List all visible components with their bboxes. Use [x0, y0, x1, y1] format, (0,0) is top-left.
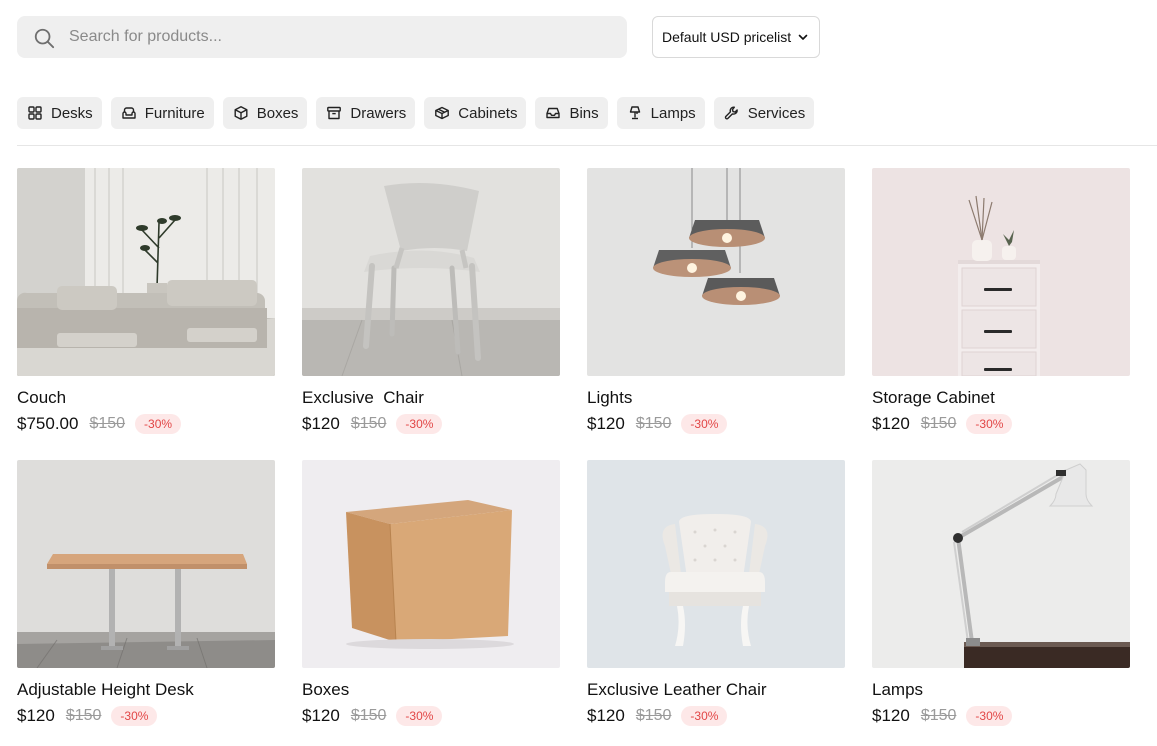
category-lamps[interactable]: Lamps	[616, 97, 705, 129]
pricelist-dropdown[interactable]: Default USD pricelist	[652, 16, 820, 58]
product-image-lights[interactable]	[587, 168, 845, 376]
product-price: $120	[302, 414, 340, 433]
category-services[interactable]: Services	[713, 97, 815, 129]
product-price: $120	[17, 706, 55, 725]
product-prices: $120 $150 -30%	[302, 704, 560, 728]
product-prices: $750.00 $150 -30%	[17, 412, 275, 436]
inbox-icon	[546, 107, 561, 119]
product-price: $750.00	[17, 414, 79, 433]
discount-badge: -30%	[681, 706, 728, 726]
product-prices: $120 $150 -30%	[587, 412, 845, 436]
product-prices: $120 $150 -30%	[17, 704, 275, 728]
product-prices: $120 $150 -30%	[302, 412, 560, 436]
product-price: $120	[872, 706, 910, 725]
category-label: Lamps	[650, 104, 696, 122]
product-name: Boxes	[302, 680, 350, 699]
chevron-down-icon	[798, 34, 808, 40]
product-image-boxes[interactable]	[302, 460, 560, 668]
discount-badge: -30%	[681, 414, 728, 434]
search-bar[interactable]	[17, 16, 627, 58]
product-price: $120	[872, 414, 910, 433]
category-furniture[interactable]: Furniture	[110, 97, 214, 129]
archive-icon	[327, 106, 342, 120]
product-prices: $120 $150 -30%	[872, 704, 1130, 728]
product-old-price: $150	[635, 707, 672, 724]
category-label: Furniture	[144, 104, 205, 122]
product-image-exclusive-leather-chair[interactable]	[587, 460, 845, 668]
product-old-price: $150	[65, 707, 102, 724]
category-bins[interactable]: Bins	[535, 97, 608, 129]
divider	[17, 145, 1157, 146]
box-icon	[234, 106, 248, 120]
product-name: Adjustable Height Desk	[17, 680, 194, 699]
product-image-adjustable-height-desk[interactable]	[17, 460, 275, 668]
product-card[interactable]: Adjustable Height Desk $120 $150 -30%	[17, 460, 275, 728]
category-bar: Desks Furniture Boxes Drawers Cabinets B…	[17, 97, 815, 129]
product-image-exclusive-chair[interactable]	[302, 168, 560, 376]
grid-icon	[28, 106, 42, 120]
category-boxes[interactable]: Boxes	[222, 97, 308, 129]
product-image-couch[interactable]	[17, 168, 275, 376]
cabinet-icon	[435, 106, 450, 120]
product-old-price: $150	[920, 707, 957, 724]
discount-badge: -30%	[111, 706, 158, 726]
pricelist-selected: Default USD pricelist	[662, 29, 792, 45]
category-label: Services	[747, 104, 806, 122]
product-image-storage-cabinet[interactable]	[872, 168, 1130, 376]
search-icon	[34, 28, 55, 49]
category-label: Cabinets	[458, 104, 518, 122]
product-prices: $120 $150 -30%	[587, 704, 845, 728]
product-card[interactable]: Lights $120 $150 -30%	[587, 168, 845, 436]
wrench-icon	[724, 106, 738, 120]
category-label: Drawers	[350, 104, 407, 122]
product-card[interactable]: Lamps $120 $150 -30%	[872, 460, 1130, 728]
product-old-price: $150	[920, 415, 957, 432]
product-card[interactable]: Couch $750.00 $150 -30%	[17, 168, 275, 436]
search-input[interactable]	[69, 16, 609, 58]
product-old-price: $150	[350, 415, 387, 432]
product-prices: $120 $150 -30%	[872, 412, 1130, 436]
product-name: Storage Cabinet	[872, 388, 995, 407]
product-old-price: $150	[635, 415, 672, 432]
product-price: $120	[587, 414, 625, 433]
category-drawers[interactable]: Drawers	[316, 97, 416, 129]
discount-badge: -30%	[396, 706, 443, 726]
product-card[interactable]: Exclusive Chair $120 $150 -30%	[302, 168, 560, 436]
product-name: Exclusive Leather Chair	[587, 680, 767, 699]
category-cabinets[interactable]: Cabinets	[424, 97, 527, 129]
product-old-price: $150	[350, 707, 387, 724]
discount-badge: -30%	[396, 414, 443, 434]
product-image-lamps[interactable]	[872, 460, 1130, 668]
sofa-icon	[121, 107, 136, 119]
product-card[interactable]: Storage Cabinet $120 $150 -30%	[872, 168, 1130, 436]
product-name: Couch	[17, 388, 67, 407]
category-label: Boxes	[256, 104, 299, 122]
product-name: Lights	[587, 388, 633, 407]
product-card[interactable]: Boxes $120 $150 -30%	[302, 460, 560, 728]
discount-badge: -30%	[966, 414, 1013, 434]
product-name: Exclusive Chair	[302, 388, 424, 407]
product-price: $120	[302, 706, 340, 725]
lamp-icon	[629, 106, 640, 120]
product-price: $120	[587, 706, 625, 725]
product-card[interactable]: Exclusive Leather Chair $120 $150 -30%	[587, 460, 845, 728]
category-label: Desks	[51, 104, 93, 122]
product-grid: Couch $750.00 $150 -30% Exclusive Chair …	[17, 168, 1130, 728]
discount-badge: -30%	[966, 706, 1013, 726]
discount-badge: -30%	[135, 414, 182, 434]
category-label: Bins	[569, 104, 599, 122]
category-desks[interactable]: Desks	[17, 97, 102, 129]
product-name: Lamps	[872, 680, 924, 699]
product-old-price: $150	[89, 415, 126, 432]
